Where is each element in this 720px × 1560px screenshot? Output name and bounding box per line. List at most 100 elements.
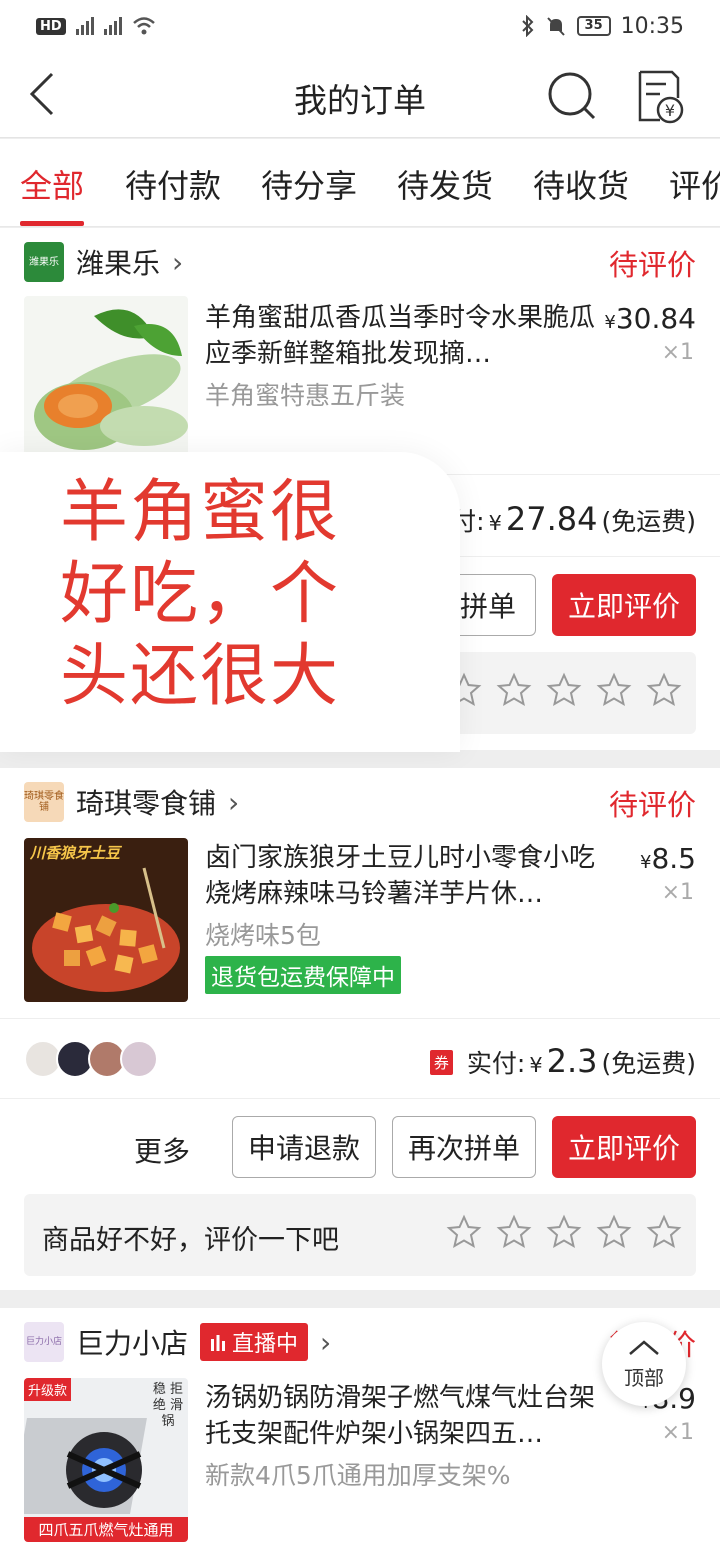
return-shipping-badge: 退货包运费保障中 xyxy=(205,956,401,994)
review-overlay: 羊角蜜很好吃，个头还很大 xyxy=(0,452,460,752)
order-status: 待评价 xyxy=(608,248,696,282)
pay-note: (免运费) xyxy=(601,507,696,536)
product-image[interactable]: 升级款 稳 拒绝 滑锅 四爪五爪燃气灶通用 xyxy=(24,1378,188,1542)
currency: ¥ xyxy=(604,312,616,333)
product-quantity: ×1 xyxy=(661,880,694,905)
status-left: HD xyxy=(36,16,156,36)
star-icon[interactable] xyxy=(646,672,682,708)
price-value: 30.84 xyxy=(615,302,696,335)
pay-label: 实付: xyxy=(466,1049,526,1078)
star-icon[interactable] xyxy=(546,1214,582,1250)
pay-amount: 2.3 xyxy=(546,1042,598,1080)
shop-logo: 琦琪零食铺 xyxy=(24,782,64,822)
star-icon[interactable] xyxy=(496,672,532,708)
order-card: 琦琪零食铺 琦琪零食铺 › 待评价 川香狼牙土豆 卤门家族狼牙土豆儿时小零食小吃… xyxy=(0,768,720,1290)
live-badge[interactable]: 直播中 xyxy=(200,1323,309,1361)
page: HD 35 10:35 我的订单 ¥ 全部 待付款 待分享 待发货 待收货 评价… xyxy=(0,0,720,1560)
search-icon[interactable] xyxy=(544,68,600,124)
star-icon[interactable] xyxy=(446,1214,482,1250)
shop-row[interactable]: 潍果乐 潍果乐 › xyxy=(24,240,183,284)
tab-pending-receive[interactable]: 待收货 xyxy=(533,161,629,207)
payment-row: 付: ¥ 27.84 (免运费) xyxy=(451,500,696,538)
chevron-up-icon xyxy=(629,1340,659,1355)
product-title[interactable]: 汤锅奶锅防滑架子燃气煤气灶台架托支架配件炉架小锅架四五… xyxy=(205,1380,600,1452)
tab-pending-payment[interactable]: 待付款 xyxy=(125,161,221,207)
star-icon[interactable] xyxy=(496,1214,532,1250)
tab-review[interactable]: 评价 xyxy=(669,161,720,207)
svg-text:¥: ¥ xyxy=(665,101,675,120)
review-button[interactable]: 立即评价 xyxy=(552,1116,696,1178)
star-icon[interactable] xyxy=(596,672,632,708)
live-bars-icon xyxy=(211,1335,226,1351)
tab-pending-ship[interactable]: 待发货 xyxy=(397,161,493,207)
product-quantity: ×1 xyxy=(661,1420,694,1445)
tab-underline xyxy=(20,221,84,226)
shop-name: 琦琪零食铺 xyxy=(76,787,217,820)
star-icon[interactable] xyxy=(646,1214,682,1250)
chevron-right-icon: › xyxy=(228,785,240,819)
currency: ¥ xyxy=(529,1053,543,1077)
star-rating[interactable] xyxy=(446,1214,682,1250)
battery-icon: 35 xyxy=(576,16,611,36)
chevron-right-icon: › xyxy=(320,1325,332,1359)
tab-all[interactable]: 全部 xyxy=(20,161,84,207)
product-title[interactable]: 卤门家族狼牙土豆儿时小零食小吃烧烤麻辣味马铃薯洋芋片休… xyxy=(205,840,600,912)
thumb-banner: 四爪五爪燃气灶通用 xyxy=(24,1517,188,1542)
tab-pending-share[interactable]: 待分享 xyxy=(261,161,357,207)
chevron-right-icon: › xyxy=(172,245,184,279)
shop-row[interactable]: 琦琪零食铺 琦琪零食铺 › xyxy=(24,780,239,824)
status-bar: HD 35 10:35 xyxy=(0,0,720,52)
order-status: 待评价 xyxy=(608,788,696,822)
star-icon[interactable] xyxy=(596,1214,632,1250)
avatar xyxy=(120,1040,158,1078)
mute-bell-icon xyxy=(546,17,565,36)
star-icon[interactable] xyxy=(546,672,582,708)
product-spec: 烧烤味5包 xyxy=(205,921,321,950)
star-rating[interactable] xyxy=(446,672,682,708)
order-tabs: 全部 待付款 待分享 待发货 待收货 评价 xyxy=(0,139,720,227)
nav-bar: 我的订单 ¥ xyxy=(0,52,720,138)
signal-2g-icon xyxy=(103,17,122,35)
more-button[interactable]: 更多 xyxy=(134,1130,190,1170)
status-right: 35 10:35 xyxy=(521,14,684,39)
live-label: 直播中 xyxy=(232,1332,299,1357)
refund-button[interactable]: 申请退款 xyxy=(232,1116,376,1178)
back-to-top-label: 顶部 xyxy=(624,1366,664,1390)
shop-logo: 巨力小店 xyxy=(24,1322,64,1362)
group-avatars[interactable] xyxy=(24,1040,158,1078)
rebuy-button[interactable]: 再次拼单 xyxy=(392,1116,536,1178)
back-to-top-button[interactable]: 顶部 xyxy=(602,1322,686,1406)
coupon-icon: 券 xyxy=(429,1050,453,1075)
currency: ¥ xyxy=(488,511,502,535)
pay-amount: 27.84 xyxy=(505,500,598,538)
review-button[interactable]: 立即评价 xyxy=(552,574,696,636)
product-price: ¥8.5 xyxy=(640,842,696,875)
product-quantity: ×1 xyxy=(661,340,694,365)
product-image[interactable]: 川香狼牙土豆 xyxy=(24,838,188,1002)
bluetooth-icon xyxy=(521,15,534,37)
payment-row: 券 实付: ¥ 2.3 (免运费) xyxy=(429,1042,696,1080)
currency: ¥ xyxy=(640,852,652,873)
shop-row[interactable]: 巨力小店 巨力小店 直播中 › xyxy=(24,1320,331,1364)
price-value: 8.5 xyxy=(651,842,696,875)
pay-note: (免运费) xyxy=(601,1049,696,1078)
product-price: ¥30.84 xyxy=(604,302,696,335)
shop-logo: 潍果乐 xyxy=(24,242,64,282)
overlay-text: 羊角蜜很好吃，个头还很大 xyxy=(60,473,341,716)
product-spec: 羊角蜜特惠五斤装 xyxy=(205,381,406,410)
product-spec: 新款4爪5爪通用加厚支架% xyxy=(205,1461,511,1490)
wifi-icon xyxy=(132,17,155,35)
shop-name: 巨力小店 xyxy=(76,1327,189,1360)
divider xyxy=(0,1018,720,1019)
divider xyxy=(0,1098,720,1099)
bill-icon[interactable]: ¥ xyxy=(632,68,688,124)
page-title: 我的订单 xyxy=(294,81,426,120)
product-title[interactable]: 羊角蜜甜瓜香瓜当季时令水果脆瓜应季新鲜整箱批发现摘… xyxy=(205,300,600,372)
signal-4g-icon xyxy=(75,17,94,35)
rating-box: 商品好不好，评价一下吧 xyxy=(24,1194,696,1276)
product-image[interactable] xyxy=(24,296,188,460)
clock: 10:35 xyxy=(620,13,684,39)
rating-prompt: 商品好不好，评价一下吧 xyxy=(42,1225,339,1256)
hd-icon: HD xyxy=(36,17,66,35)
shop-name: 潍果乐 xyxy=(76,247,161,280)
